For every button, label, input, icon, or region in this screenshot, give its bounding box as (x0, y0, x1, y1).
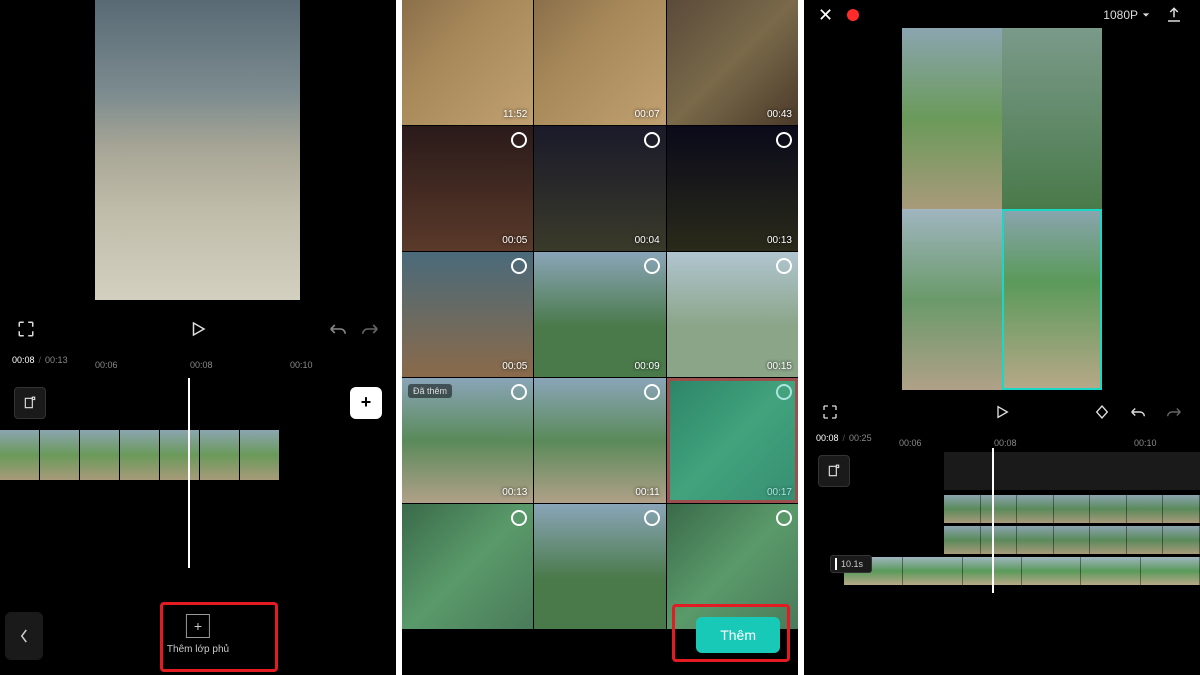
media-thumbnail[interactable]: 00:09 (534, 252, 665, 377)
redo-button[interactable] (1162, 400, 1186, 424)
selection-circle[interactable] (511, 132, 527, 148)
selection-circle[interactable] (776, 510, 792, 526)
total-time: 00:13 (45, 355, 68, 365)
fullscreen-icon[interactable] (14, 317, 38, 341)
selection-circle[interactable] (644, 510, 660, 526)
duration-label: 00:05 (502, 235, 527, 246)
overlay-track-2[interactable] (804, 526, 1200, 554)
duration-label: 00:04 (635, 235, 660, 246)
duration-label: 00:11 (635, 487, 659, 498)
track-header: + (804, 452, 1200, 490)
media-thumbnail[interactable]: 00:04 (534, 126, 665, 251)
fullscreen-icon[interactable] (818, 400, 842, 424)
handle-icon (835, 558, 837, 570)
keyframe-icon[interactable] (1090, 400, 1114, 424)
selection-circle[interactable] (776, 132, 792, 148)
selection-circle[interactable] (644, 132, 660, 148)
back-button[interactable] (5, 612, 43, 660)
add-clip-button[interactable]: + (350, 387, 382, 419)
undo-button[interactable] (326, 317, 350, 341)
playhead[interactable] (188, 378, 190, 568)
media-thumbnail[interactable]: 00:13 (667, 126, 798, 251)
selection-circle[interactable] (511, 258, 527, 274)
selection-circle[interactable] (644, 384, 660, 400)
track-header: + (0, 380, 396, 425)
selection-circle[interactable] (511, 384, 527, 400)
cover-button[interactable] (818, 455, 850, 487)
duration-label: 00:07 (635, 109, 660, 120)
media-thumbnail[interactable] (667, 504, 798, 629)
duration-label: 00:43 (767, 109, 792, 120)
media-thumbnail[interactable]: 00:05 (402, 126, 533, 251)
media-thumbnail[interactable]: 00:43 (667, 0, 798, 125)
total-time: 00:25 (849, 433, 872, 443)
video-preview-grid[interactable] (902, 28, 1102, 390)
duration-label: 00:05 (502, 361, 527, 372)
media-thumbnail[interactable]: 11:52 (402, 0, 533, 125)
redo-button[interactable] (358, 317, 382, 341)
duration-label: 00:15 (767, 361, 792, 372)
playhead[interactable] (992, 448, 994, 593)
selection-circle[interactable] (776, 384, 792, 400)
overlay-track-1[interactable] (804, 495, 1200, 523)
video-track[interactable] (0, 430, 280, 480)
selection-circle[interactable] (644, 258, 660, 274)
add-button[interactable]: Thêm (696, 617, 780, 653)
media-grid: 11:52 00:07 00:43 00:05 00:04 00:13 00:05 00:09… (402, 0, 798, 629)
resolution-selector[interactable]: 1080P (1103, 8, 1150, 22)
media-thumbnail[interactable]: 00:17 (667, 378, 798, 503)
duration-label: 00:13 (502, 487, 527, 498)
selection-circle[interactable] (776, 258, 792, 274)
media-thumbnail[interactable]: 00:15 (667, 252, 798, 377)
current-time: 00:08 (12, 355, 35, 365)
duration-label: 00:09 (635, 361, 660, 372)
undo-button[interactable] (1126, 400, 1150, 424)
preview-quadrant[interactable] (902, 209, 1002, 390)
time-ruler: 00:08 / 00:25 00:06 00:08 00:10 (804, 428, 1200, 448)
close-button[interactable]: ✕ (818, 5, 833, 26)
top-bar: ✕ 1080P (804, 0, 1200, 30)
video-preview[interactable] (95, 0, 300, 300)
time-ruler: 00:08 / 00:13 00:06 00:08 00:10 (0, 348, 396, 372)
media-thumbnail[interactable]: 00:11 (534, 378, 665, 503)
preview-quadrant[interactable] (1002, 28, 1102, 209)
added-tag: Đã thêm (408, 384, 452, 398)
chevron-down-icon (1142, 11, 1150, 19)
media-thumbnail[interactable]: 00:05 (402, 252, 533, 377)
record-indicator (847, 9, 859, 21)
media-thumbnail[interactable] (402, 504, 533, 629)
preview-quadrant[interactable] (902, 28, 1002, 209)
media-thumbnail[interactable] (534, 504, 665, 629)
cover-button[interactable] (14, 387, 46, 419)
play-button[interactable] (990, 400, 1014, 424)
duration-label: 00:13 (767, 235, 792, 246)
media-thumbnail[interactable]: 00:13 Đã thêm (402, 378, 533, 503)
playback-controls (804, 398, 1200, 426)
media-picker-screen: 11:52 00:07 00:43 00:05 00:04 00:13 00:05 00:09… (402, 0, 798, 675)
track-bg (944, 452, 1200, 490)
plus-icon: + (186, 614, 210, 638)
preview-quadrant-selected[interactable] (1002, 209, 1102, 390)
playback-controls (0, 314, 396, 344)
export-button[interactable] (1162, 3, 1186, 27)
selection-circle[interactable] (511, 510, 527, 526)
play-button[interactable] (186, 317, 210, 341)
current-time: 00:08 (816, 433, 839, 443)
overlay-duration-pill[interactable]: 10.1s (830, 555, 872, 573)
editor-screen-1: 00:08 / 00:13 00:06 00:08 00:10 + + Thêm… (0, 0, 396, 675)
add-overlay-button[interactable]: + Thêm lớp phủ (147, 604, 249, 665)
duration-label: 00:17 (767, 487, 792, 498)
media-thumbnail[interactable]: 00:07 (534, 0, 665, 125)
duration-label: 11:52 (503, 109, 527, 120)
editor-screen-2: ✕ 1080P (804, 0, 1200, 675)
